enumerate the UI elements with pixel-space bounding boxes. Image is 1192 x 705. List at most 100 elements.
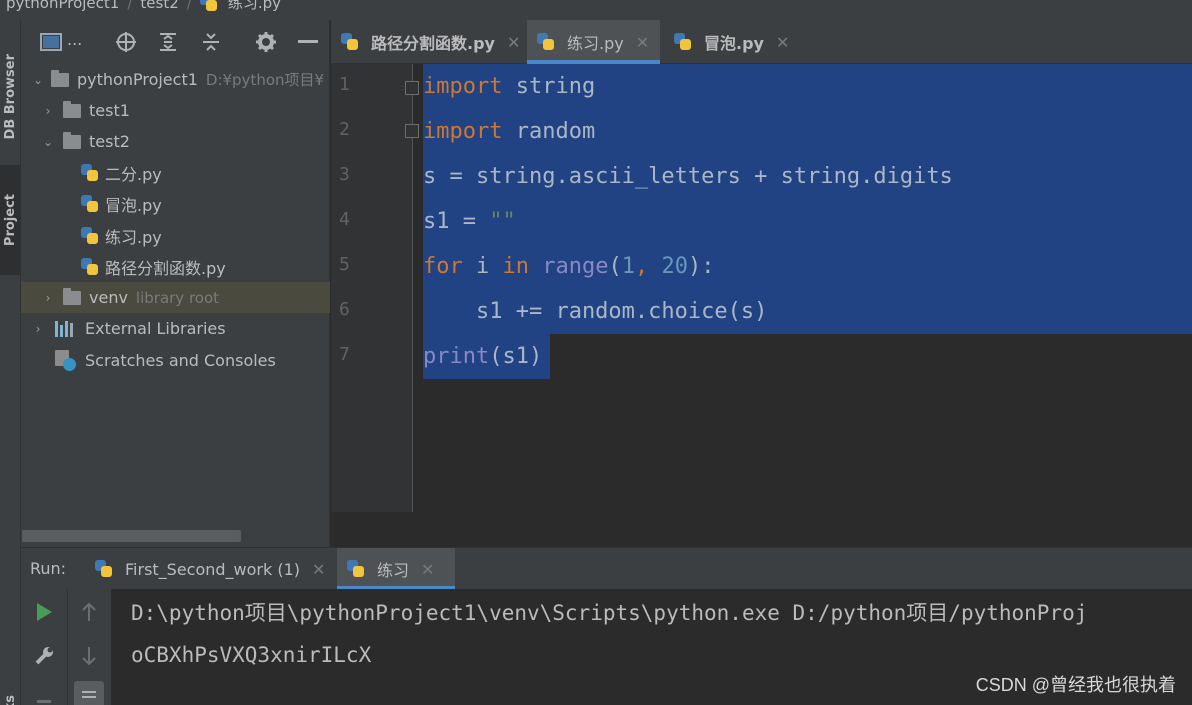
breadcrumb-file[interactable]: 练习.py: [199, 0, 281, 13]
run-tab[interactable]: First_Second_work (1) ✕: [85, 548, 335, 590]
tree-item-label: External Libraries: [85, 319, 226, 338]
tree-item-label: 练习.py: [105, 227, 162, 247]
breadcrumb-folder[interactable]: test2: [140, 0, 178, 12]
tree-item-file[interactable]: 冒泡.py: [21, 188, 330, 219]
chevron-right-icon[interactable]: ›: [41, 291, 55, 305]
fold-marker-icon[interactable]: [405, 124, 419, 138]
bookmarks-tab[interactable]: ks: [0, 688, 21, 705]
console-output-line: oCBXhPsVXQ3xnirILcX: [131, 643, 372, 667]
breadcrumb-project[interactable]: pythonProject1: [6, 0, 119, 12]
library-icon: [55, 320, 77, 337]
tree-item-venv[interactable]: › venv library root: [21, 282, 330, 313]
python-file-icon: [341, 33, 359, 51]
code-line: print(s1): [423, 344, 543, 369]
db-browser-tab[interactable]: DB Browser: [0, 32, 21, 162]
project-panel: ... ⌄ pythonProject1 D:¥python项目¥ › test…: [21, 20, 330, 547]
editor-gutter: 1 2 3 4 5 6 7: [331, 64, 419, 512]
python-file-icon: [81, 257, 99, 276]
code-line: s1 = "": [423, 209, 516, 234]
python-file-icon: [81, 194, 99, 213]
python-icon: [95, 560, 113, 578]
tree-item-label: 冒泡.py: [105, 195, 162, 215]
python-icon: [347, 560, 365, 578]
wrench-icon[interactable]: [29, 641, 59, 671]
breadcrumb-separator: /: [127, 0, 133, 12]
run-tab-label: 练习: [377, 561, 410, 580]
scratches-icon: [55, 349, 77, 372]
run-tab-active[interactable]: 练习 ✕: [337, 548, 455, 590]
editor-bottom-strip: [331, 512, 1192, 547]
chevron-down-icon[interactable]: ⌄: [41, 135, 55, 149]
console-command-line: D:\python项目\pythonProject1\venv\Scripts\…: [131, 601, 1088, 625]
tab-file[interactable]: 路径分割函数.py ✕: [331, 20, 530, 64]
editor-tab-bar: 路径分割函数.py ✕ 练习.py ✕ 冒泡.py ✕: [331, 20, 1192, 64]
line-number: 6: [339, 299, 350, 320]
rerun-icon[interactable]: [29, 597, 59, 627]
close-icon[interactable]: ✕: [312, 560, 325, 579]
tab-file[interactable]: 冒泡.py ✕: [664, 20, 799, 64]
python-file-icon: [81, 226, 99, 245]
close-icon[interactable]: ✕: [507, 33, 520, 52]
fold-marker-icon[interactable]: [405, 81, 419, 95]
gear-icon[interactable]: [254, 30, 278, 54]
run-label: Run:: [30, 559, 67, 578]
folder-icon: [63, 100, 81, 118]
collapse-all-icon[interactable]: [199, 30, 223, 54]
line-number: 2: [339, 119, 350, 140]
breadcrumb-separator: /: [186, 0, 192, 12]
python-file-icon: [81, 163, 99, 182]
tree-item-label: pythonProject1: [77, 70, 198, 89]
arrow-up-icon[interactable]: [74, 597, 104, 627]
panel-icon[interactable]: [39, 30, 63, 54]
tree-item-file[interactable]: 二分.py: [21, 157, 330, 188]
close-icon[interactable]: ✕: [421, 560, 434, 579]
close-icon[interactable]: ✕: [636, 33, 649, 52]
folder-icon: [63, 131, 81, 149]
tree-item-test2[interactable]: ⌄ test2: [21, 126, 330, 157]
tree-item-project-root[interactable]: ⌄ pythonProject1 D:¥python项目¥: [21, 64, 330, 95]
db-browser-label: DB Browser: [3, 54, 18, 140]
close-icon[interactable]: ✕: [776, 33, 789, 52]
code-line: s1 += random.choice(s): [423, 299, 768, 324]
tree-item-external-libraries[interactable]: › External Libraries: [21, 313, 330, 344]
breadcrumb: pythonProject1 / test2 / 练习.py: [0, 0, 1192, 20]
line-number: 4: [339, 209, 350, 230]
line-number: 3: [339, 164, 350, 185]
tree-item-label: venv: [89, 288, 128, 307]
watermark: CSDN @曾经我也很执着: [975, 675, 1176, 695]
bookmarks-tab-label: ks: [3, 694, 18, 705]
code-editor[interactable]: 1 2 3 4 5 6 7 import string import rando…: [331, 64, 1192, 512]
stop-icon[interactable]: [29, 687, 59, 705]
arrow-down-icon[interactable]: [74, 641, 104, 671]
tree-item-scratches[interactable]: Scratches and Consoles: [21, 345, 330, 376]
tab-file-active[interactable]: 练习.py ✕: [527, 20, 660, 64]
code-line: for i in range(1, 20):: [423, 254, 715, 279]
locate-icon[interactable]: [114, 30, 138, 54]
chevron-right-icon[interactable]: ›: [41, 104, 55, 118]
run-panel-header: Run: First_Second_work (1) ✕ 练习 ✕: [21, 547, 1192, 590]
view-selector-label[interactable]: ...: [67, 30, 82, 49]
tree-item-file[interactable]: 路径分割函数.py: [21, 251, 330, 282]
minimize-icon[interactable]: [296, 30, 320, 54]
tree-item-file[interactable]: 练习.py: [21, 220, 330, 251]
project-tab-label: Project: [3, 193, 18, 247]
tab-label: 路径分割函数.py: [371, 34, 495, 53]
line-number: 1: [339, 74, 350, 95]
expand-all-icon[interactable]: [156, 30, 180, 54]
project-tab[interactable]: Project: [0, 165, 21, 275]
horizontal-scrollbar[interactable]: [22, 530, 241, 542]
soft-wrap-icon[interactable]: [74, 681, 104, 705]
run-tab-label: First_Second_work (1): [125, 559, 301, 579]
breadcrumb-file-label: 练习.py: [227, 0, 281, 12]
tree-item-label: 二分.py: [105, 164, 162, 184]
tree-item-hint: D:¥python项目¥: [205, 71, 325, 89]
code-line: import random: [423, 119, 596, 144]
chevron-right-icon[interactable]: ›: [31, 322, 45, 336]
tree-item-label: 路径分割函数.py: [105, 258, 226, 278]
code-area[interactable]: import string import random s = string.a…: [423, 64, 1192, 512]
tree-item-label: test1: [89, 101, 130, 120]
tree-item-test1[interactable]: › test1: [21, 95, 330, 126]
tree-item-label: Scratches and Consoles: [85, 351, 276, 370]
tab-label: 练习.py: [567, 34, 624, 53]
chevron-down-icon[interactable]: ⌄: [31, 73, 45, 87]
